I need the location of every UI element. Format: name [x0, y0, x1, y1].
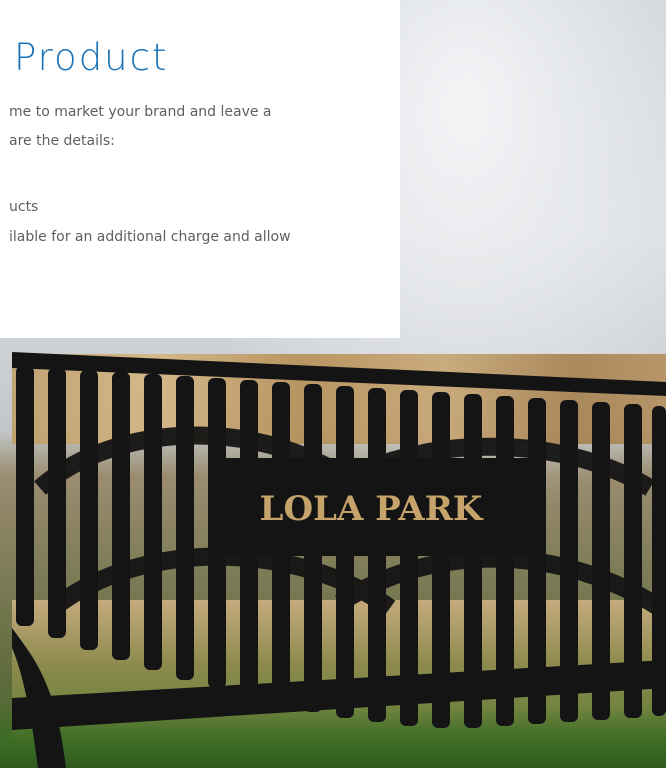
nameplate-text: LOLA PARK: [260, 489, 484, 529]
text-panel: Product me to market your brand and leav…: [0, 0, 400, 338]
body-text-line: ucts: [9, 199, 39, 215]
body-text-line: me to market your brand and leave a: [9, 104, 272, 120]
page-title: Product: [14, 36, 169, 79]
bench-illustration: LOLA PARK: [12, 352, 666, 768]
body-text-line: ilable for an additional charge and allo…: [9, 229, 291, 245]
body-text-line: are the details:: [9, 133, 115, 149]
